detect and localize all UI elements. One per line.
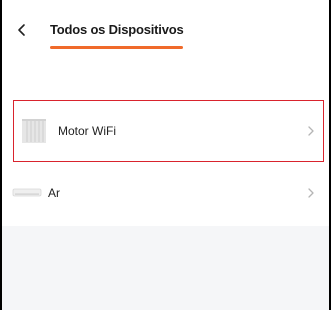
chevron-right-icon xyxy=(307,125,315,137)
chevron-right-icon xyxy=(307,187,315,199)
curtain-motor-icon xyxy=(21,118,47,144)
device-label: Ar xyxy=(48,186,60,200)
header: Todos os Dispositivos xyxy=(2,0,329,60)
page-title: Todos os Dispositivos xyxy=(50,22,184,37)
device-row-motor-wifi[interactable]: Motor WiFi xyxy=(13,100,324,162)
device-label: Motor WiFi xyxy=(58,124,116,138)
empty-area xyxy=(2,226,329,310)
back-button[interactable] xyxy=(14,20,30,40)
air-conditioner-icon xyxy=(12,187,42,199)
device-list: Motor WiFi Ar xyxy=(2,100,329,224)
spacer xyxy=(2,60,329,100)
title-underline xyxy=(50,46,183,49)
chevron-left-icon xyxy=(18,24,25,36)
device-row-ar[interactable]: Ar xyxy=(2,162,329,224)
app-frame: Todos os Dispositivos Motor WiFi Ar xyxy=(0,0,331,310)
